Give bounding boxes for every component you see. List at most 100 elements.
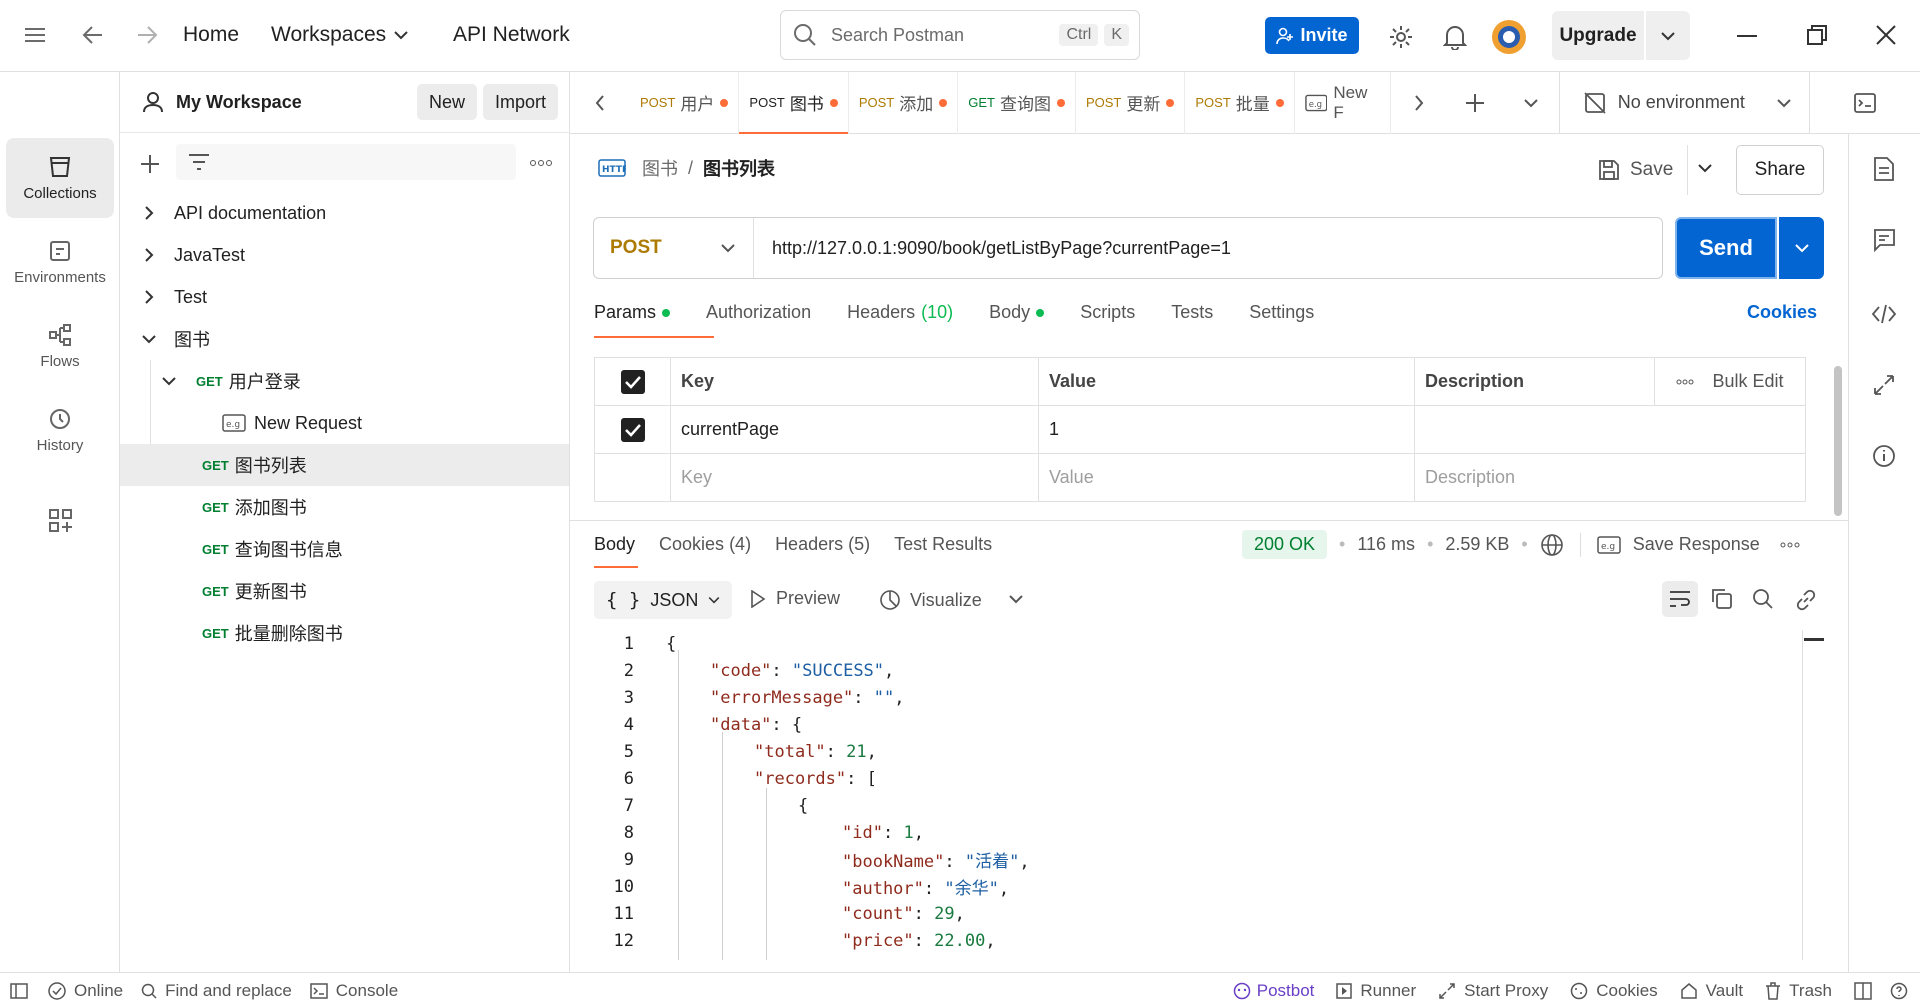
minimap-thumb[interactable]: [1804, 638, 1824, 641]
search-box[interactable]: Search Postman Ctrl K: [780, 10, 1140, 60]
visualize-dropdown[interactable]: [1009, 594, 1023, 604]
select-all-checkbox[interactable]: [620, 369, 645, 394]
avatar[interactable]: [1491, 19, 1527, 55]
two-pane-icon[interactable]: [1854, 981, 1872, 1000]
home-link[interactable]: Home: [183, 23, 239, 47]
filter-input[interactable]: [176, 144, 516, 180]
param-key[interactable]: currentPage: [670, 405, 1039, 454]
rail-history[interactable]: History: [6, 390, 114, 470]
response-tab-headers[interactable]: Headers (5): [775, 534, 870, 555]
bulk-edit-button[interactable]: Bulk Edit: [1712, 371, 1783, 392]
runner-button[interactable]: Runner: [1336, 981, 1416, 1001]
tab-new-example[interactable]: e.g New F: [1295, 71, 1391, 134]
response-tab-cookies[interactable]: Cookies (4): [659, 534, 751, 555]
copy-icon[interactable]: [1711, 588, 1733, 610]
code-icon[interactable]: [1871, 304, 1897, 324]
rail-flows[interactable]: Flows: [6, 306, 114, 386]
rail-environments[interactable]: Environments: [6, 222, 114, 302]
vault-button[interactable]: Vault: [1680, 981, 1743, 1001]
forward-arrow-icon[interactable]: [136, 25, 158, 45]
response-size[interactable]: 2.59 KB: [1445, 534, 1509, 555]
new-button[interactable]: New: [416, 84, 477, 120]
breadcrumb-parent[interactable]: 图书: [642, 155, 678, 181]
param-value[interactable]: 1: [1038, 405, 1415, 454]
documentation-icon[interactable]: [1873, 156, 1895, 182]
format-selector[interactable]: { } JSON: [594, 581, 733, 619]
postbot-button[interactable]: Postbot: [1233, 981, 1314, 1001]
tree-item-book-list[interactable]: GET 图书列表: [120, 444, 569, 486]
tree-item-query-book[interactable]: GET 查询图书信息: [120, 528, 570, 570]
add-workbench-icon[interactable]: [48, 508, 74, 534]
bell-icon[interactable]: [1443, 24, 1467, 50]
send-button[interactable]: Send: [1675, 217, 1777, 279]
tree-item-add-book[interactable]: GET 添加图书: [120, 486, 570, 528]
send-dropdown[interactable]: [1779, 217, 1824, 279]
params-scrollbar[interactable]: [1834, 366, 1842, 516]
response-time[interactable]: 116 ms: [1357, 534, 1415, 555]
key-placeholder[interactable]: Key: [670, 453, 1039, 502]
add-collection-icon[interactable]: [140, 154, 160, 174]
trash-button[interactable]: Trash: [1765, 981, 1832, 1001]
response-tab-test-results[interactable]: Test Results: [894, 534, 992, 555]
environment-selector[interactable]: No environment: [1558, 71, 1809, 134]
link-icon[interactable]: [1794, 588, 1818, 612]
preview-button[interactable]: Preview: [750, 588, 840, 609]
scroll-tabs-left[interactable]: [570, 94, 630, 111]
tree-item-batch-delete[interactable]: GET 批量删除图书: [120, 612, 570, 654]
tab-batch[interactable]: POST 批量: [1185, 71, 1295, 134]
related-collections-icon[interactable]: [1873, 374, 1895, 396]
scroll-tabs-right[interactable]: [1391, 94, 1447, 111]
minimize-icon[interactable]: [1737, 34, 1757, 38]
wrap-lines-button[interactable]: [1662, 581, 1698, 617]
comments-icon[interactable]: [1872, 228, 1896, 252]
upgrade-button[interactable]: Upgrade: [1552, 25, 1644, 47]
more-options-icon[interactable]: [1780, 542, 1800, 548]
tree-item-javatest[interactable]: JavaTest: [120, 234, 570, 276]
rail-collections[interactable]: Collections: [6, 138, 114, 218]
back-arrow-icon[interactable]: [82, 25, 104, 45]
param-description[interactable]: [1414, 405, 1806, 454]
upgrade-dropdown[interactable]: [1646, 31, 1690, 41]
response-body-editor[interactable]: 1 { 2 "code": "SUCCESS", 3 "errorMessage…: [594, 630, 1804, 960]
status-badge[interactable]: 200 OK: [1242, 530, 1328, 559]
method-selector[interactable]: POST: [594, 218, 754, 278]
row-checkbox[interactable]: [620, 417, 645, 442]
tabs-dropdown[interactable]: [1503, 98, 1559, 108]
tab-params[interactable]: Params: [594, 302, 671, 323]
tree-item-new-request[interactable]: e.g New Request: [120, 402, 570, 444]
search-icon[interactable]: [1752, 588, 1774, 610]
settings-icon[interactable]: [1388, 24, 1414, 50]
tab-add[interactable]: POST 添加: [849, 71, 959, 134]
more-options-icon[interactable]: [1676, 379, 1694, 385]
close-icon[interactable]: [1876, 25, 1896, 45]
url-input[interactable]: http://127.0.0.1:9090/book/getListByPage…: [772, 238, 1231, 259]
invite-button[interactable]: Invite: [1265, 17, 1359, 54]
description-placeholder[interactable]: Description: [1414, 453, 1806, 502]
value-placeholder[interactable]: Value: [1038, 453, 1415, 502]
tab-tests[interactable]: Tests: [1171, 302, 1213, 323]
pane-divider[interactable]: [570, 520, 1848, 521]
help-icon[interactable]: [1890, 982, 1908, 1000]
online-status[interactable]: Online: [48, 981, 123, 1001]
tab-books[interactable]: POST 图书: [739, 71, 849, 134]
import-button[interactable]: Import: [482, 84, 558, 120]
find-replace-button[interactable]: Find and replace: [141, 981, 292, 1001]
tab-authorization[interactable]: Authorization: [706, 302, 811, 323]
console-button[interactable]: Console: [310, 981, 398, 1001]
tree-item-api-documentation[interactable]: API documentation: [120, 192, 570, 234]
tab-scripts[interactable]: Scripts: [1080, 302, 1135, 323]
response-tab-body[interactable]: Body: [594, 534, 635, 555]
share-button[interactable]: Share: [1736, 145, 1824, 195]
start-proxy-button[interactable]: Start Proxy: [1438, 981, 1548, 1001]
tab-headers[interactable]: Headers (10): [847, 302, 953, 323]
restore-icon[interactable]: [1807, 25, 1827, 45]
info-icon[interactable]: [1872, 444, 1896, 468]
save-button[interactable]: Save: [1598, 145, 1689, 195]
tree-item-books[interactable]: 图书: [120, 318, 570, 360]
tree-item-update-book[interactable]: GET 更新图书: [120, 570, 570, 612]
environment-quick-look[interactable]: [1808, 71, 1920, 134]
api-network-link[interactable]: API Network: [453, 23, 570, 47]
cookies-button[interactable]: Cookies: [1570, 981, 1658, 1001]
toggle-sidebar-icon[interactable]: [10, 982, 28, 999]
more-options-icon[interactable]: [530, 160, 552, 166]
